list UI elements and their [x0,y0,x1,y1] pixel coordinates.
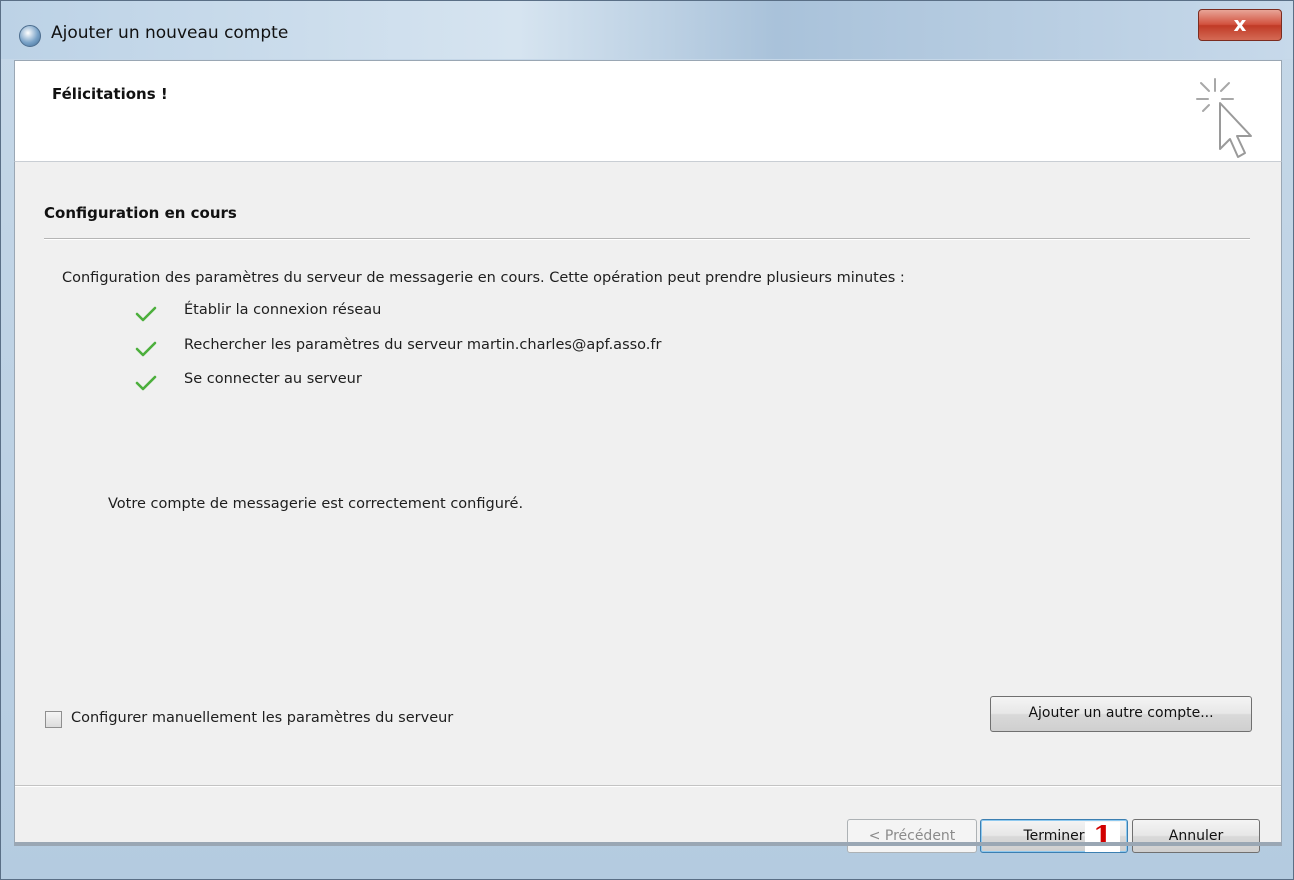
previous-button[interactable]: < Précédent [847,819,977,853]
sparkle-cursor-icon [1196,78,1252,158]
close-button[interactable]: x [1198,9,1282,41]
section-divider [44,238,1250,240]
step-label: Rechercher les paramètres du serveur mar… [184,337,662,353]
window-bottom-border [14,842,1282,846]
step-label: Établir la connexion réseau [184,302,382,318]
outlook-app-icon [19,25,41,47]
check-icon [135,341,157,357]
add-another-account-button[interactable]: Ajouter un autre compte... [990,696,1252,732]
step-label: Se connecter au serveur [184,371,362,387]
progress-description: Configuration des paramètres du serveur … [62,270,905,286]
window-title: Ajouter un nouveau compte [51,23,289,43]
manual-config-label[interactable]: Configurer manuellement les paramètres d… [71,710,453,726]
header-title: Félicitations ! [52,85,168,103]
success-message: Votre compte de messagerie est correctem… [108,496,524,512]
title-bar[interactable]: Ajouter un nouveau compte x [1,1,1293,59]
annotation-marker: 1 [1085,822,1121,852]
dialog-body: Configuration en cours Configuration des… [14,162,1282,853]
dialog-header: Félicitations ! [14,60,1282,162]
manual-config-checkbox[interactable] [45,711,62,728]
check-icon [135,375,157,391]
add-account-dialog: Ajouter un nouveau compte x Félicitation… [0,0,1294,880]
footer-divider [15,785,1281,787]
section-title: Configuration en cours [44,204,237,222]
cancel-button[interactable]: Annuler [1132,819,1260,853]
check-icon [135,306,157,322]
